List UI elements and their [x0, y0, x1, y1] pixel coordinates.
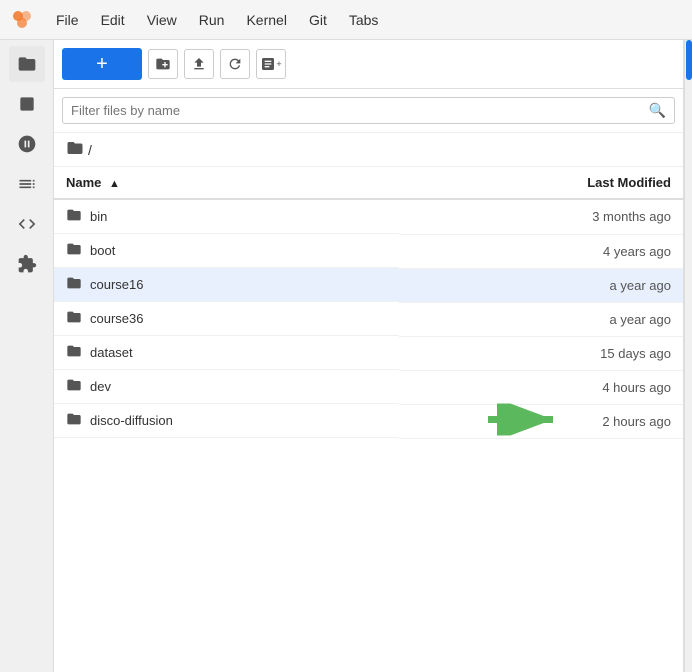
folder-icon	[66, 241, 82, 260]
folder-icon	[66, 411, 82, 430]
refresh-button[interactable]	[220, 49, 250, 79]
folder-breadcrumb-icon	[66, 139, 84, 160]
file-table: Name ▲ Last Modified bin3 months agoboot…	[54, 167, 683, 672]
table-row[interactable]: course36 a year ago	[54, 302, 683, 336]
new-folder-button[interactable]	[148, 49, 178, 79]
menu-git[interactable]: Git	[299, 8, 337, 32]
table-row[interactable]: dev 4 hours ago	[54, 370, 683, 404]
menu-view[interactable]: View	[137, 8, 187, 32]
col-name-header[interactable]: Name ▲	[54, 167, 399, 199]
breadcrumb-path: /	[88, 142, 92, 158]
file-name-cell: disco-diffusion	[54, 404, 399, 438]
file-name: course36	[90, 311, 143, 326]
refresh-icon	[227, 56, 243, 72]
new-button[interactable]: +	[62, 48, 142, 80]
folder-icon	[66, 207, 82, 226]
main-area: + +	[0, 40, 692, 672]
search-container: 🔍	[54, 89, 683, 133]
folder-icon	[66, 343, 82, 362]
sidebar-item-html[interactable]	[9, 206, 45, 242]
file-toolbar: + +	[54, 40, 683, 89]
file-name-cell: dataset	[54, 336, 399, 370]
table-row[interactable]: dataset 15 days ago	[54, 336, 683, 370]
file-name-cell: course36	[54, 302, 399, 336]
file-modified: 3 months ago	[399, 199, 683, 234]
folder-icon	[66, 377, 82, 396]
table-row[interactable]: boot 4 years ago	[54, 234, 683, 268]
file-modified: 4 hours ago	[399, 370, 683, 404]
menubar: File Edit View Run Kernel Git Tabs	[0, 0, 692, 40]
folder-icon	[66, 309, 82, 328]
table-header-row: Name ▲ Last Modified	[54, 167, 683, 199]
scrollbar-thumb[interactable]	[686, 40, 692, 80]
scrollbar-track[interactable]	[684, 40, 692, 672]
upload-icon	[191, 56, 207, 72]
file-name: course16	[90, 277, 143, 292]
new-folder-icon	[155, 56, 171, 72]
search-icon: 🔍	[649, 102, 666, 119]
col-modified-header[interactable]: Last Modified	[399, 167, 683, 199]
file-name-cell: dev	[54, 370, 399, 404]
table-row[interactable]: bin 3 months ago	[54, 199, 683, 234]
green-arrow-annotation	[488, 404, 568, 439]
sidebar-item-running[interactable]	[9, 86, 45, 122]
menu-kernel[interactable]: Kernel	[236, 8, 296, 32]
file-name-cell: bin	[54, 200, 399, 234]
search-input[interactable]	[71, 103, 649, 118]
breadcrumb: /	[54, 133, 683, 167]
file-name: boot	[90, 243, 115, 258]
folder-icon	[66, 275, 82, 294]
table-row[interactable]: course16 a year ago	[54, 268, 683, 302]
file-name-cell: course16	[54, 268, 399, 302]
menu-file[interactable]: File	[46, 8, 89, 32]
app-logo	[8, 6, 36, 34]
file-browser: + +	[54, 40, 684, 672]
sidebar-item-git[interactable]	[9, 126, 45, 162]
file-name: bin	[90, 209, 107, 224]
sidebar-item-files[interactable]	[9, 46, 45, 82]
menu-tabs[interactable]: Tabs	[339, 8, 389, 32]
sort-arrow-icon: ▲	[109, 178, 120, 190]
file-name: disco-diffusion	[90, 413, 173, 428]
git-clone-icon	[260, 56, 276, 72]
file-name: dev	[90, 379, 111, 394]
menu-run[interactable]: Run	[189, 8, 235, 32]
file-modified: 15 days ago	[399, 336, 683, 370]
upload-button[interactable]	[184, 49, 214, 79]
menu-edit[interactable]: Edit	[91, 8, 135, 32]
table-row[interactable]: disco-diffusion2 hours ago	[54, 404, 683, 438]
search-box: 🔍	[62, 97, 675, 124]
file-modified: a year ago	[399, 268, 683, 302]
sidebar-item-extensions[interactable]	[9, 246, 45, 282]
file-name-cell: boot	[54, 234, 399, 268]
arrow-svg	[488, 404, 568, 436]
file-name: dataset	[90, 345, 133, 360]
file-modified: a year ago	[399, 302, 683, 336]
git-clone-button[interactable]: +	[256, 49, 286, 79]
left-sidebar	[0, 40, 54, 672]
sidebar-item-toc[interactable]	[9, 166, 45, 202]
file-modified: 4 years ago	[399, 234, 683, 268]
